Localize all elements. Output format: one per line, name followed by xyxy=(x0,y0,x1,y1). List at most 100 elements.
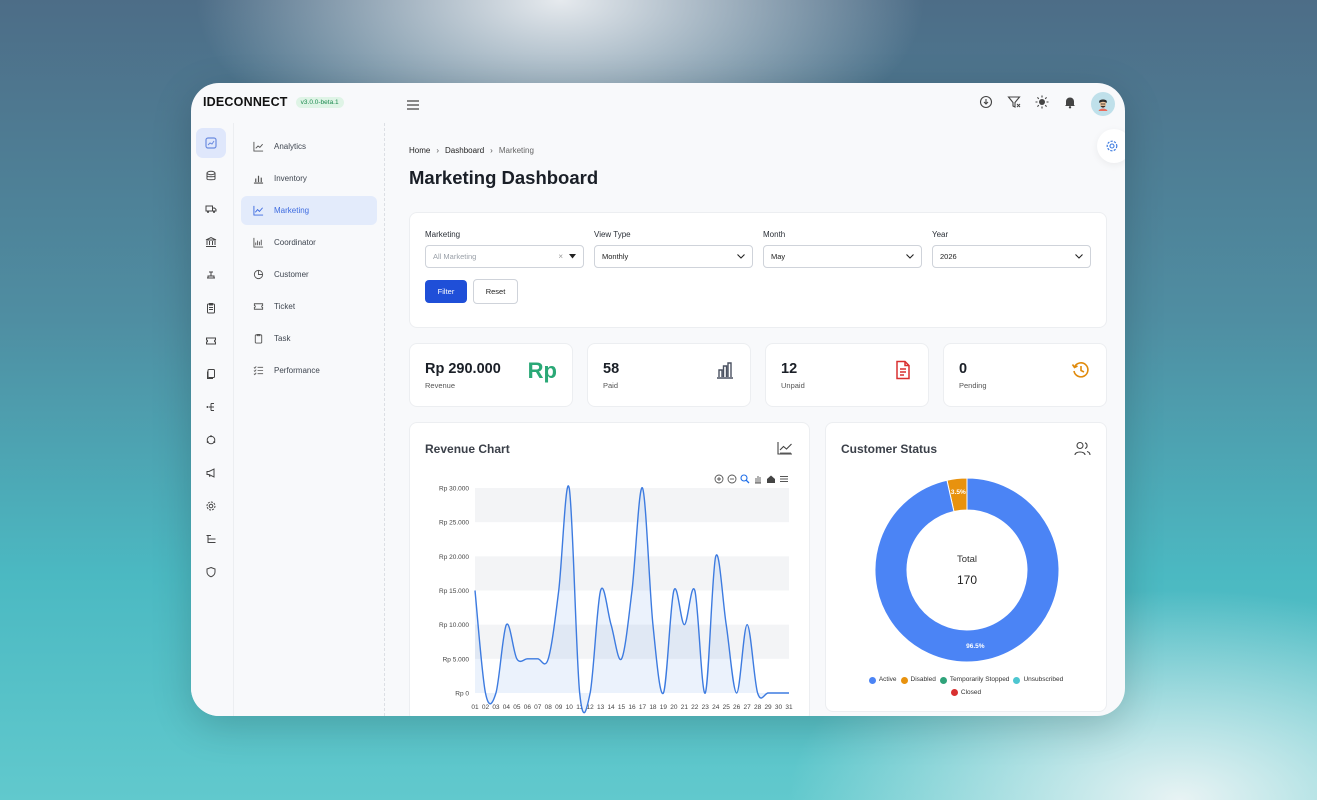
month-select[interactable]: May xyxy=(763,245,922,268)
x-tick-label: 13 xyxy=(597,704,605,711)
download-button[interactable] xyxy=(979,95,993,114)
rail-ticket-icon[interactable] xyxy=(196,326,226,356)
rail-truck-icon[interactable] xyxy=(196,194,226,224)
chevron-right-icon: › xyxy=(436,146,440,155)
stat-value: 12 xyxy=(781,361,798,377)
stat-card-unpaid: 12 Unpaid xyxy=(765,343,929,407)
month-filter: Month May xyxy=(763,230,922,268)
shield-icon xyxy=(206,566,216,578)
submenu-item-coordinator[interactable]: Coordinator xyxy=(241,228,377,257)
submenu-item-customer[interactable]: Customer xyxy=(241,260,377,289)
stat-label: Pending xyxy=(959,381,987,390)
filter-button[interactable]: Filter xyxy=(425,280,467,303)
topbar-actions xyxy=(979,92,1115,116)
year-select[interactable]: 2026 xyxy=(932,245,1091,268)
rail-shield-icon[interactable] xyxy=(196,557,226,587)
y-tick-label: Rp 20.000 xyxy=(439,554,469,561)
view-type-filter: View Type Monthly xyxy=(594,230,753,268)
breadcrumb-home[interactable]: Home xyxy=(409,146,430,155)
x-tick-label: 06 xyxy=(524,704,532,711)
submenu-item-ticket[interactable]: Ticket xyxy=(241,292,377,321)
rail-scale-icon[interactable] xyxy=(196,260,226,290)
view-type-label: View Type xyxy=(594,230,631,239)
stat-value: Rp 290.000 xyxy=(425,361,501,377)
rail-chart-icon[interactable] xyxy=(196,128,226,158)
rail-database-icon[interactable] xyxy=(196,161,226,191)
submenu-item-analytics[interactable]: Analytics xyxy=(241,132,377,161)
customer-status-card: Customer Status 3.5% 96.5% Total 170 Active… xyxy=(825,422,1107,712)
chart-legend: Active Disabled Temporarily Stopped Unsubsc… xyxy=(826,675,1106,700)
rail-megaphone-icon[interactable] xyxy=(196,458,226,488)
donut-slice-active[interactable] xyxy=(874,477,1060,663)
x-tick-label: 25 xyxy=(723,704,731,711)
legend-label: Closed xyxy=(960,688,982,696)
legend-item-closed[interactable]: Closed xyxy=(950,688,982,698)
truck-icon xyxy=(205,205,217,213)
y-tick-label: Rp 5.000 xyxy=(443,656,470,663)
customer-status-donut: 3.5% 96.5% Total 170 xyxy=(874,477,1060,663)
notifications-button[interactable] xyxy=(1063,95,1077,114)
view-type-select[interactable]: Monthly xyxy=(594,245,753,268)
stat-label: Revenue xyxy=(425,381,456,390)
breadcrumb-dashboard[interactable]: Dashboard xyxy=(445,146,484,155)
legend-label: Temporarily Stopped xyxy=(949,676,1010,683)
x-tick-label: 29 xyxy=(764,704,772,711)
stat-card-pending: 0 Pending xyxy=(943,343,1107,407)
breadcrumb: Home › Dashboard › Marketing xyxy=(409,146,534,155)
x-tick-label: 17 xyxy=(639,704,647,711)
stat-value: 58 xyxy=(603,361,620,377)
clear-icon[interactable]: × xyxy=(558,252,563,261)
legend-label: Disabled xyxy=(910,676,936,683)
donut-center-value: 170 xyxy=(957,573,977,587)
network-icon xyxy=(206,403,214,411)
year-value: 2026 xyxy=(940,252,957,261)
submenu-item-task[interactable]: Task xyxy=(241,324,377,353)
megaphone-icon xyxy=(206,468,215,478)
submenu: Analytics Inventory Marketing Coordinato… xyxy=(234,123,385,716)
settings-floating-button[interactable] xyxy=(1097,129,1125,163)
submenu-item-performance[interactable]: Performance xyxy=(241,356,377,385)
screenshot-frame: IDECONNECT v3.0.0-beta.1 Analytics Inven… xyxy=(0,0,1317,800)
checklist-icon xyxy=(253,366,264,376)
marketing-select[interactable]: All Marketing × xyxy=(425,245,584,268)
x-tick-label: 30 xyxy=(775,704,783,711)
x-tick-label: 10 xyxy=(566,704,574,711)
avatar[interactable] xyxy=(1091,92,1115,116)
legend-item-temporarily-stopped[interactable]: Temporarily Stopped xyxy=(939,675,1010,685)
slice-label: 3.5% xyxy=(951,489,966,496)
theme-toggle-button[interactable] xyxy=(1035,95,1049,114)
submenu-label-task: Task xyxy=(274,334,291,343)
rail-copy-icon[interactable] xyxy=(196,359,226,389)
submenu-item-inventory[interactable]: Inventory xyxy=(241,164,377,193)
rp-icon: Rp xyxy=(527,358,557,383)
x-tick-label: 07 xyxy=(534,704,542,711)
rail-bank-icon[interactable] xyxy=(196,227,226,257)
copy-icon xyxy=(207,369,215,379)
legend-dot xyxy=(868,676,876,684)
filter-clear-button[interactable] xyxy=(1007,95,1021,114)
hamburger-icon xyxy=(407,100,419,110)
rail-list-icon[interactable] xyxy=(196,524,226,554)
rail-network-icon[interactable] xyxy=(196,392,226,422)
year-label: Year xyxy=(932,230,949,239)
reset-button[interactable]: Reset xyxy=(473,279,518,304)
submenu-label-coordinator: Coordinator xyxy=(274,238,316,247)
view-type-value: Monthly xyxy=(602,252,629,261)
legend-item-active[interactable]: Active xyxy=(868,675,897,685)
legend-item-unsubscribed[interactable]: Unsubscribed xyxy=(1013,675,1063,685)
caret-down-icon xyxy=(569,254,576,259)
chart-icon xyxy=(205,137,217,149)
clipboard-icon xyxy=(254,333,263,344)
version-badge: v3.0.0-beta.1 xyxy=(295,96,344,108)
settings-icon xyxy=(206,501,216,511)
legend-item-disabled[interactable]: Disabled xyxy=(900,675,936,685)
rail-cycle-icon[interactable] xyxy=(196,425,226,455)
legend-dot xyxy=(950,689,958,696)
menu-toggle[interactable] xyxy=(407,97,419,115)
rail-settings-icon[interactable] xyxy=(196,491,226,521)
submenu-item-marketing[interactable]: Marketing xyxy=(241,196,377,225)
rail-clipboard-icon[interactable] xyxy=(196,293,226,323)
brand: IDECONNECT v3.0.0-beta.1 xyxy=(203,95,344,109)
x-tick-label: 23 xyxy=(702,704,710,711)
x-tick-label: 18 xyxy=(649,704,657,711)
